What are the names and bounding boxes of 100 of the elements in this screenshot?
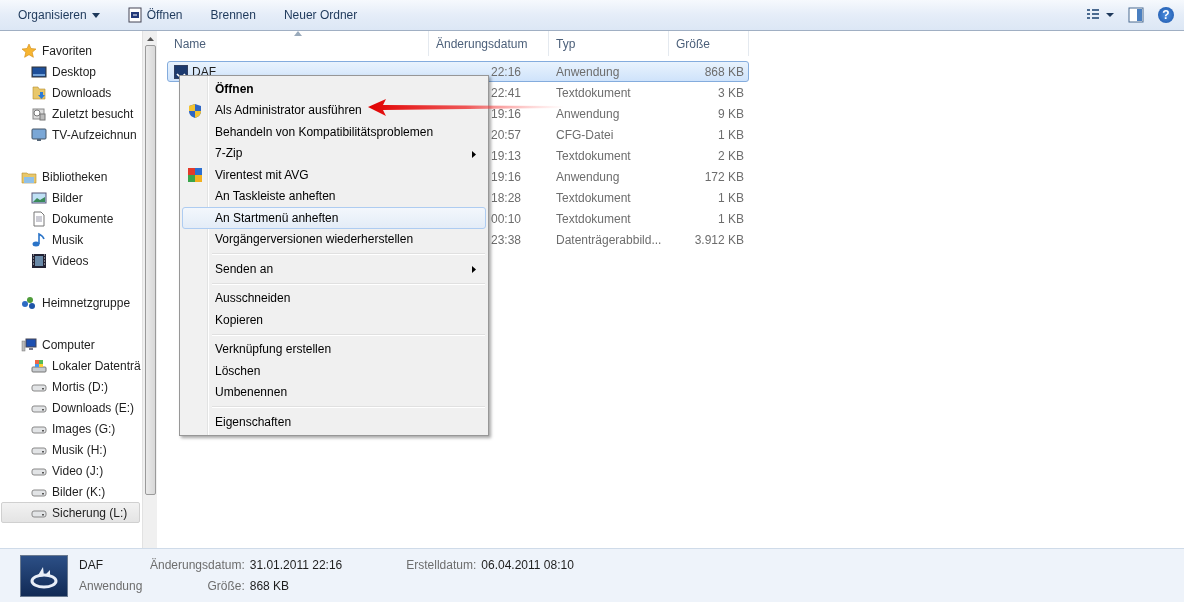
file-type: Anwendung	[556, 64, 620, 79]
help-button[interactable]: ?	[1158, 7, 1174, 23]
colored-tiles-icon	[187, 167, 203, 183]
column-header[interactable]: Name	[174, 36, 206, 51]
nav-group-item[interactable]: Bibliotheken	[1, 166, 140, 187]
application-icon	[174, 64, 188, 79]
menu-item[interactable]: Verknüpfung erstellen	[182, 338, 335, 360]
scrollbar-thumb[interactable]	[144, 45, 156, 495]
detail-label: Erstelldatum:	[406, 558, 477, 572]
nav-item[interactable]: Bilder (K:)	[1, 481, 140, 502]
file-type: Textdokument	[556, 85, 631, 100]
file-size: 1 KB	[718, 211, 744, 226]
menu-item[interactable]: Als Administrator ausführen	[182, 99, 365, 121]
monitor-icon	[31, 126, 47, 143]
file-size: 9 KB	[718, 106, 744, 121]
preview-pane-icon	[1128, 7, 1144, 23]
nav-group-item[interactable]: Favoriten	[1, 40, 140, 61]
image-icon	[31, 189, 47, 206]
file-size: 3.912 KB	[694, 232, 744, 247]
nav-item[interactable]: Zuletzt besucht	[1, 103, 140, 124]
folder-icon	[31, 84, 47, 101]
nav-group-item[interactable]: Heimnetzgruppe	[1, 292, 140, 313]
detail-value: 31.01.2011 22:16	[249, 558, 343, 572]
column-header[interactable]: Typ	[556, 36, 576, 51]
document-icon	[31, 210, 47, 227]
network-icon	[21, 294, 37, 311]
nav-item[interactable]: Musik	[1, 229, 140, 250]
program-icon	[127, 7, 142, 23]
nav-item[interactable]: Mortis (D:)	[1, 376, 140, 397]
file-date: 00:10	[490, 211, 521, 226]
file-type: Textdokument	[556, 211, 631, 226]
star-icon	[21, 42, 37, 59]
nav-item[interactable]: Dokumente	[1, 208, 140, 229]
computer-icon	[21, 336, 37, 353]
file-date: 20:57	[490, 127, 521, 142]
menu-item[interactable]: Behandeln von Kompatibilitätsproblemen	[182, 121, 437, 143]
file-date: 22:16	[490, 64, 521, 79]
nav-item[interactable]: Videos	[1, 250, 140, 271]
file-date: 19:16	[490, 106, 521, 121]
view-options-icon	[1086, 8, 1114, 22]
nav-item[interactable]: Downloads	[1, 82, 140, 103]
menu-item[interactable]: Ausschneiden	[182, 287, 294, 309]
nav-item[interactable]: Downloads (E:)	[1, 397, 140, 418]
detail-label: Änderungsdatum:	[150, 558, 245, 572]
menu-item[interactable]: An Taskleiste anheften	[182, 185, 339, 207]
file-date: 22:41	[490, 85, 521, 100]
nav-item[interactable]: Video (J:)	[1, 460, 140, 481]
file-type: Anwendung	[556, 169, 620, 184]
menu-item[interactable]: Öffnen	[182, 78, 257, 100]
menu-item[interactable]: An Startmenü anheften	[182, 207, 486, 229]
clock-folder-icon	[31, 105, 47, 122]
menu-item[interactable]: Virentest mit AVG	[182, 164, 312, 186]
detail-value: 868 KB	[249, 579, 291, 593]
file-date: 19:16	[490, 169, 521, 184]
menu-item[interactable]: Kopieren	[182, 309, 267, 331]
toolbar-button[interactable]: Öffnen	[120, 3, 190, 27]
file-type: Textdokument	[556, 148, 631, 163]
toolbar-button[interactable]: Brennen	[203, 4, 263, 26]
submenu-arrow-icon	[472, 266, 476, 273]
nav-group-item[interactable]: Computer	[1, 334, 140, 355]
shield-icon	[187, 102, 203, 119]
column-header[interactable]: Größe	[676, 36, 710, 51]
file-size: 3 KB	[718, 85, 744, 100]
file-date: 18:28	[490, 190, 521, 205]
caret-icon	[91, 12, 100, 18]
menu-item[interactable]: Senden an	[182, 258, 486, 280]
scroll-up-icon	[146, 37, 154, 41]
detail-value: 06.04.2011 08:10	[481, 558, 574, 572]
nav-item[interactable]: Desktop	[1, 61, 140, 82]
file-size: 868 KB	[704, 64, 744, 79]
file-date: 19:13	[490, 148, 521, 163]
file-size: 2 KB	[718, 148, 744, 163]
file-size: 1 KB	[718, 190, 744, 205]
organize-menu-button[interactable]: Organisieren	[11, 4, 107, 26]
nav-item[interactable]: Sicherung (L:)	[1, 502, 140, 523]
menu-item[interactable]: 7-Zip	[182, 142, 486, 164]
submenu-arrow-icon	[472, 150, 476, 158]
menu-item[interactable]: Eigenschaften	[182, 411, 295, 433]
desktop-icon	[31, 63, 47, 80]
file-type: Textdokument	[556, 190, 631, 205]
menu-item[interactable]: Umbenennen	[182, 381, 291, 403]
column-header[interactable]: Änderungsdatum	[436, 36, 528, 51]
file-type: CFG-Datei	[556, 127, 614, 142]
menu-item[interactable]: Vorgängerversionen wiederherstellen	[182, 228, 417, 250]
detail-name: DAF	[79, 558, 104, 572]
file-size: 172 KB	[704, 169, 744, 184]
music-note-icon	[31, 231, 47, 248]
system-drive-icon	[31, 357, 47, 374]
nav-item[interactable]: Bilder	[1, 187, 140, 208]
menu-item[interactable]: Löschen	[182, 360, 264, 382]
film-icon	[31, 252, 47, 269]
toolbar-button[interactable]: Neuer Ordner	[276, 4, 365, 26]
nav-item[interactable]: Musik (H:)	[1, 439, 140, 460]
nav-item[interactable]: Lokaler Datenträ	[1, 355, 140, 376]
file-size: 1 KB	[718, 127, 744, 142]
detail-label: Größe:	[206, 579, 245, 593]
file-date: 23:38	[490, 232, 521, 247]
nav-item[interactable]: Images (G:)	[1, 418, 140, 439]
nav-item[interactable]: TV-Aufzeichnun	[1, 124, 140, 145]
file-type: Anwendung	[556, 106, 620, 121]
